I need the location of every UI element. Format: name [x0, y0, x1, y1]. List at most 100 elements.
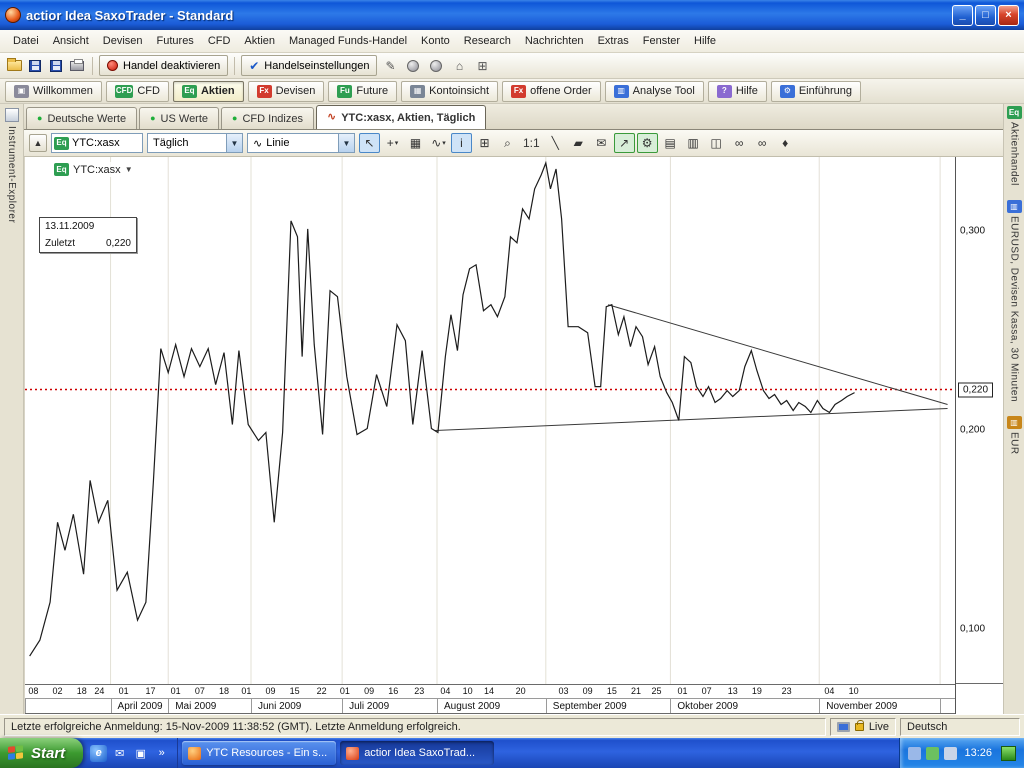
document-tab-strip: ●Deutsche Werte●US Werte●CFD Indizes∿YTC… [24, 104, 1003, 130]
trade-disable-button[interactable]: Handel deaktivieren [99, 55, 228, 76]
layout-single[interactable]: ▤ [660, 133, 681, 153]
open-workspace-icon[interactable] [5, 57, 23, 74]
workspace-devisen[interactable]: FxDevisen [248, 81, 325, 102]
save-icon[interactable] [26, 57, 44, 74]
crosshair-tool[interactable]: +▾ [382, 133, 403, 153]
home-icon[interactable]: ⌂ [449, 56, 469, 76]
workspace-aktien[interactable]: EqAktien [173, 81, 244, 102]
panel-icon: Eq [1007, 106, 1022, 119]
price-chart[interactable]: Eq YTC:xasx ▼ 13.11.2009 Zuletzt 0,220 [25, 157, 955, 684]
menu-extras[interactable]: Extras [591, 32, 636, 50]
detach-window[interactable]: ⊞ [474, 133, 495, 153]
zoom-tool[interactable]: ⌕ [497, 133, 518, 153]
x-axis-day-tick: 04 [440, 686, 450, 696]
chevron-right-icon[interactable]: » [153, 745, 170, 762]
menu-managed-funds-handel[interactable]: Managed Funds-Handel [282, 32, 414, 50]
menu-devisen[interactable]: Devisen [96, 32, 150, 50]
one-to-one[interactable]: 1:1 [520, 133, 543, 153]
eraser-tool[interactable]: ▰ [568, 133, 589, 153]
close-button[interactable]: × [998, 5, 1019, 26]
workspace-offene-order[interactable]: Fxoffene Order [502, 81, 601, 102]
workspace-willkommen[interactable]: ▣Willkommen [5, 81, 102, 102]
chart-settings[interactable]: ⚙ [637, 133, 658, 153]
style-dropdown[interactable]: ∿ Linie ▼ [247, 133, 355, 153]
expand-chart[interactable]: ↗ [614, 133, 635, 153]
x-axis-month-cell: Oktober 2009 [670, 699, 819, 713]
price-axis-tick: 0,200 [960, 424, 985, 435]
workspace-hilfe[interactable]: ?Hilfe [708, 81, 767, 102]
chart-legend[interactable]: Eq YTC:xasx ▼ [51, 162, 136, 177]
menu-hilfe[interactable]: Hilfe [687, 32, 723, 50]
start-button[interactable]: Start [0, 738, 83, 768]
save-all-icon[interactable] [47, 57, 65, 74]
workspace-analyse-tool[interactable]: ▥Analyse Tool [605, 81, 704, 102]
taskbar-item-saxotrader[interactable]: actior Idea SaxoTrad... [340, 741, 494, 765]
period-dropdown[interactable]: Täglich ▼ [147, 133, 243, 153]
alerts-bell-icon: ♦ [782, 136, 788, 150]
menu-cfd[interactable]: CFD [201, 32, 238, 50]
alerts-bell[interactable]: ♦ [775, 133, 796, 153]
indicator-icon: ∿ [431, 136, 441, 150]
desktop-icon[interactable]: ▣ [132, 745, 149, 762]
x-axis-month-cell: Juni 2009 [251, 699, 342, 713]
indicator-menu[interactable]: ∿▾ [428, 133, 449, 153]
maximize-button[interactable]: □ [975, 5, 996, 26]
dock-eur[interactable]: ▥EUR [1007, 416, 1022, 455]
mail-icon[interactable]: ✉ [111, 745, 128, 762]
instrument-explorer-tab[interactable]: Instrument-Explorer [6, 126, 17, 223]
tab-ytc-xasx-aktien-täglich[interactable]: ∿YTC:xasx, Aktien, Täglich [316, 105, 486, 129]
link-group-2[interactable]: ∞ [752, 133, 773, 153]
minimize-button[interactable]: _ [952, 5, 973, 26]
left-dock: Instrument-Explorer [0, 104, 24, 714]
volume-icon[interactable] [944, 747, 957, 760]
menu-research[interactable]: Research [457, 32, 518, 50]
menu-konto[interactable]: Konto [414, 32, 457, 50]
tab-us-werte[interactable]: ●US Werte [139, 107, 219, 129]
tab-deutsche-werte[interactable]: ●Deutsche Werte [26, 107, 137, 129]
shield-icon[interactable] [926, 747, 939, 760]
dock-label: Aktienhandel [1009, 122, 1020, 186]
menu-aktien[interactable]: Aktien [237, 32, 282, 50]
analysis-chart-icon: ▥ [614, 85, 629, 98]
edit-confirm-icon[interactable]: ✎ [380, 56, 400, 76]
layout-split[interactable]: ▥ [683, 133, 704, 153]
menu-datei[interactable]: Datei [6, 32, 46, 50]
network-icon[interactable] [908, 747, 921, 760]
workspace-kontoinsicht[interactable]: ▦Kontoinsicht [401, 81, 498, 102]
link-group-1[interactable]: ∞ [729, 133, 750, 153]
instrument-explorer-icon [5, 108, 19, 122]
legend-symbol: YTC:xasx [73, 164, 121, 176]
menu-nachrichten[interactable]: Nachrichten [518, 32, 591, 50]
internet-explorer-icon[interactable]: e [90, 745, 107, 762]
workspace-cfd[interactable]: CFDCFD [106, 81, 169, 102]
tab-cfd-indizes[interactable]: ●CFD Indizes [221, 107, 314, 129]
menu-ansicht[interactable]: Ansicht [46, 32, 96, 50]
symbol-input[interactable] [72, 137, 140, 149]
print-icon[interactable] [68, 57, 86, 74]
record-icon[interactable] [403, 56, 423, 76]
globe-icon[interactable] [426, 56, 446, 76]
grid-toggle[interactable]: ▦ [405, 133, 426, 153]
chart-toolbar: ▲ Eq Täglich ▼ ∿ Linie ▼ ↖+▾▦∿▾i⊞⌕1:1╲▰✉… [24, 130, 1003, 157]
dock-aktienhandel[interactable]: Eq Aktienhandel [1007, 106, 1022, 186]
taskbar-item-browser[interactable]: YTC Resources - Ein s... [182, 741, 336, 765]
export-mail[interactable]: ✉ [591, 133, 612, 153]
info-tool[interactable]: i [451, 133, 472, 153]
tray-app-icon[interactable] [1001, 746, 1016, 761]
workspace-future[interactable]: FuFuture [328, 81, 397, 102]
x-axis-month-cell: September 2009 [546, 699, 671, 713]
menu-fenster[interactable]: Fenster [636, 32, 687, 50]
workspace-einführung[interactable]: ⚙Einführung [771, 81, 861, 102]
trendline-tool[interactable]: ╲ [545, 133, 566, 153]
layout-grid[interactable]: ◫ [706, 133, 727, 153]
x-axis-day-tick: 15 [290, 686, 300, 696]
menu-futures[interactable]: Futures [150, 32, 201, 50]
export-grid-icon[interactable]: ⊞ [472, 56, 492, 76]
dock-eurusd-devisen-kassa-30-minuten[interactable]: ▥EURUSD, Devisen Kassa, 30 Minuten [1007, 200, 1022, 402]
tab-label: YTC:xasx, Aktien, Täglich [341, 112, 475, 124]
symbol-field[interactable]: Eq [51, 133, 143, 153]
pointer-tool[interactable]: ↖ [359, 133, 380, 153]
collapse-toolbar-button[interactable]: ▲ [29, 134, 47, 152]
price-axis[interactable]: 0,3000,2200,2000,100 [955, 157, 1003, 714]
trade-settings-button[interactable]: ✔ Handelseinstellungen [241, 55, 377, 76]
